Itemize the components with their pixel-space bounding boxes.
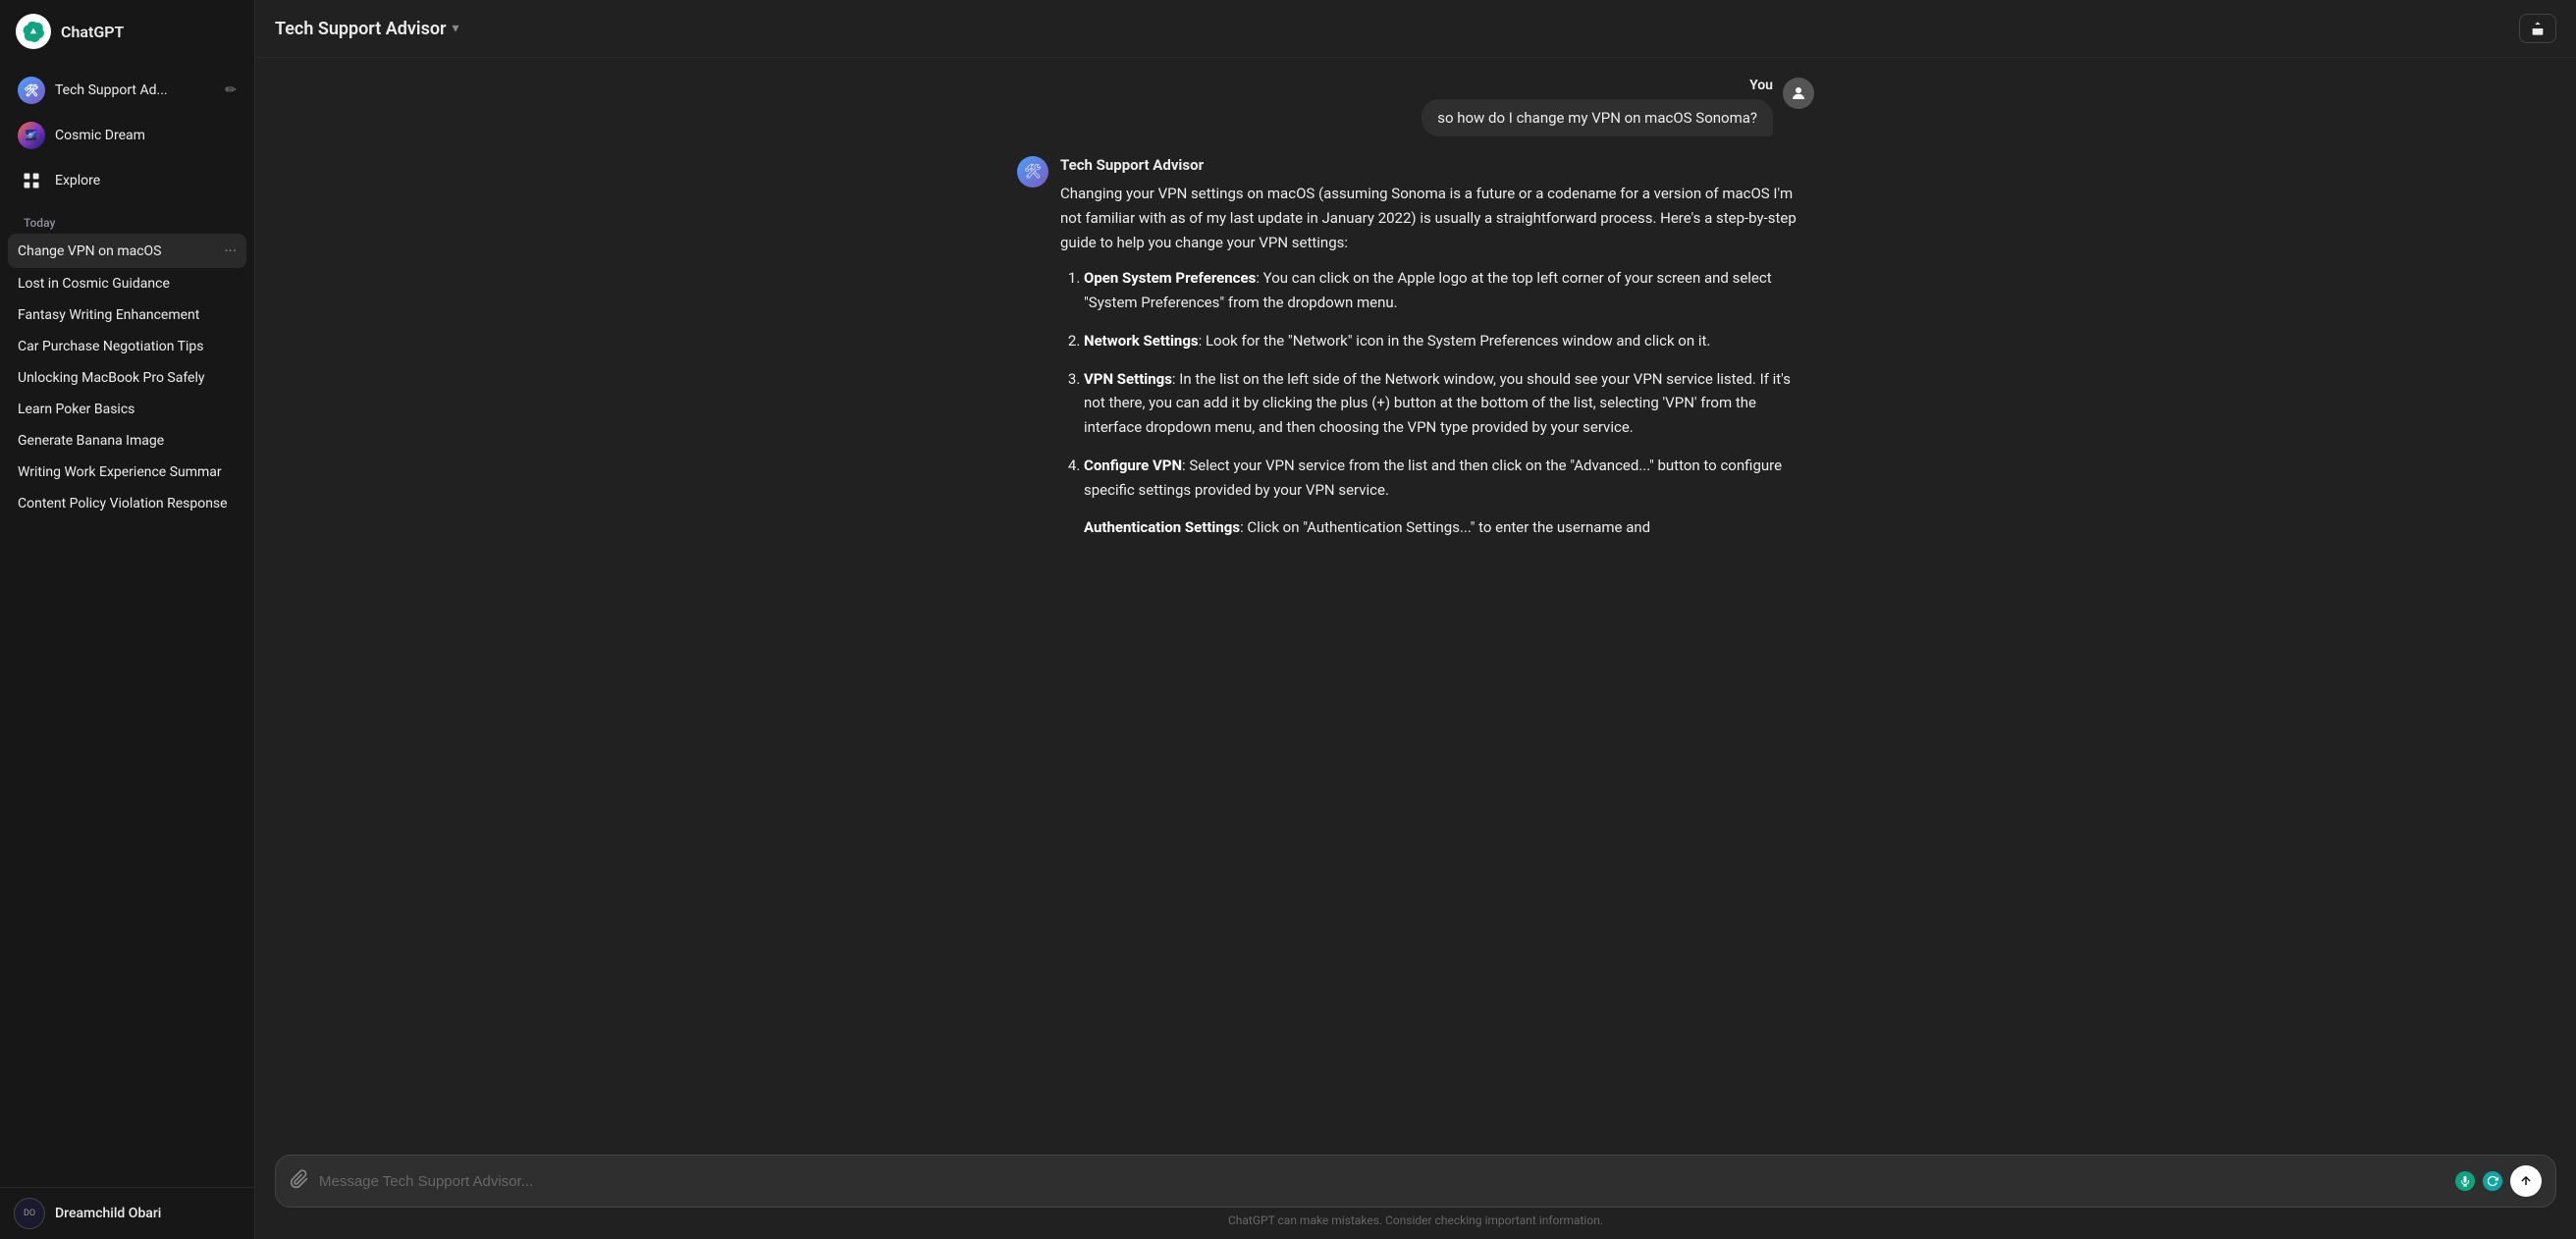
main-content: Tech Support Advisor ▾ You so how do I c…	[255, 0, 2576, 1239]
voice-button[interactable]	[2455, 1171, 2475, 1191]
step-5: Authentication Settings: Click on "Authe…	[1084, 515, 1814, 540]
step-2-content: : Look for the "Network" icon in the Sys…	[1199, 332, 1711, 350]
conversation-item-cosmic[interactable]: Lost in Cosmic Guidance	[8, 268, 246, 299]
user-avatar: DO	[14, 1198, 45, 1229]
explore-item[interactable]: Explore	[8, 159, 246, 202]
chevron-down-icon[interactable]: ▾	[453, 21, 459, 36]
step-2: Network Settings: Look for the "Network"…	[1084, 329, 1814, 353]
tech-support-avatar: 🛠	[18, 77, 45, 104]
step-5-content: : Click on "Authentication Settings..." …	[1240, 518, 1650, 536]
step-4-title: Configure VPN	[1084, 457, 1182, 474]
conversation-item-work[interactable]: Writing Work Experience Summar	[8, 457, 246, 488]
cycle-icon	[2483, 1171, 2502, 1191]
app-title: ChatGPT	[61, 23, 124, 41]
conversation-label: Unlocking MacBook Pro Safely	[18, 370, 237, 386]
sidebar-footer[interactable]: DO Dreamchild Obari	[0, 1187, 254, 1239]
sidebar: ChatGPT 🛠 Tech Support Ad... ✏ 🌌 Cosmic …	[0, 0, 255, 1239]
share-button[interactable]	[2519, 14, 2556, 43]
step-2-title: Network Settings	[1084, 332, 1199, 350]
disclaimer: ChatGPT can make mistakes. Consider chec…	[275, 1208, 2556, 1229]
messages-area: You so how do I change my VPN on macOS S…	[255, 58, 2576, 1155]
conversation-label: Generate Banana Image	[18, 433, 237, 449]
user-name: Dreamchild Obari	[55, 1206, 161, 1221]
conversation-label: Fantasy Writing Enhancement	[18, 307, 237, 323]
conversation-label: Change VPN on macOS	[18, 243, 220, 259]
conversation-label: Writing Work Experience Summar	[18, 464, 237, 480]
assistant-name: Tech Support Advisor	[1060, 156, 1814, 174]
step-3-content: : In the list on the left side of the Ne…	[1084, 370, 1791, 437]
user-message: You so how do I change my VPN on macOS S…	[993, 78, 1838, 136]
sidebar-item-cosmic-dream[interactable]: 🌌 Cosmic Dream	[8, 114, 246, 157]
input-box	[275, 1155, 2556, 1208]
conversation-item-banana[interactable]: Generate Banana Image	[8, 425, 246, 457]
step-3: VPN Settings: In the list on the left si…	[1084, 367, 1814, 440]
sidebar-header[interactable]: ChatGPT	[0, 0, 254, 63]
assistant-avatar: 🛠	[1017, 156, 1048, 188]
mic-icon	[2455, 1171, 2475, 1191]
assistant-content: Tech Support Advisor Changing your VPN s…	[1060, 156, 1814, 554]
input-area-wrapper: ChatGPT can make mistakes. Consider chec…	[255, 1155, 2576, 1239]
assistant-row: 🛠 Tech Support Advisor Changing your VPN…	[1017, 156, 1814, 554]
step-3-title: VPN Settings	[1084, 370, 1172, 388]
explore-label: Explore	[55, 173, 100, 189]
input-right-buttons	[2455, 1165, 2542, 1197]
conversation-menu-icon[interactable]: ···	[224, 242, 237, 260]
user-bubble: so how do I change my VPN on macOS Sonom…	[1422, 99, 1773, 136]
sidebar-conversations: Today Change VPN on macOS ··· Lost in Co…	[0, 208, 254, 1187]
user-icon	[1783, 78, 1814, 109]
step-4-content: : Select your VPN service from the list …	[1084, 457, 1782, 499]
chatgpt-logo	[16, 14, 51, 49]
conversation-label: Learn Poker Basics	[18, 402, 237, 417]
main-header: Tech Support Advisor ▾	[255, 0, 2576, 58]
conversation-label: Car Purchase Negotiation Tips	[18, 339, 237, 354]
cosmic-dream-label: Cosmic Dream	[55, 128, 145, 143]
step-5-title: Authentication Settings	[1084, 518, 1240, 536]
conversation-item-change-vpn[interactable]: Change VPN on macOS ···	[8, 234, 246, 268]
steps-list: Open System Preferences: You can click o…	[1060, 266, 1814, 540]
conversation-item-fantasy[interactable]: Fantasy Writing Enhancement	[8, 299, 246, 331]
attach-button[interactable]	[290, 1169, 309, 1194]
tech-support-label: Tech Support Ad...	[55, 82, 168, 98]
share-icon	[2530, 21, 2546, 36]
send-button[interactable]	[2510, 1165, 2542, 1197]
message-input[interactable]	[319, 1173, 2445, 1190]
step-4: Configure VPN: Select your VPN service f…	[1084, 454, 1814, 503]
conversation-item-policy[interactable]: Content Policy Violation Response	[8, 488, 246, 519]
user-label: You	[1749, 78, 1773, 93]
header-title-group: Tech Support Advisor ▾	[275, 19, 459, 39]
assistant-message: 🛠 Tech Support Advisor Changing your VPN…	[993, 156, 1838, 554]
section-today-label: Today	[8, 208, 246, 234]
conversation-title: Tech Support Advisor	[275, 19, 447, 39]
cosmic-dream-avatar: 🌌	[18, 122, 45, 149]
explore-icon	[18, 167, 45, 194]
edit-icon[interactable]: ✏	[225, 82, 237, 98]
sidebar-nav: 🛠 Tech Support Ad... ✏ 🌌 Cosmic Dream Ex…	[0, 63, 254, 208]
conversation-item-poker[interactable]: Learn Poker Basics	[8, 394, 246, 425]
conversation-item-car[interactable]: Car Purchase Negotiation Tips	[8, 331, 246, 362]
cycle-button[interactable]	[2483, 1171, 2502, 1191]
assistant-text: Changing your VPN settings on macOS (ass…	[1060, 182, 1814, 540]
step-1: Open System Preferences: You can click o…	[1084, 266, 1814, 315]
conversation-label: Lost in Cosmic Guidance	[18, 276, 237, 292]
conversation-label: Content Policy Violation Response	[18, 496, 237, 512]
step-1-title: Open System Preferences	[1084, 269, 1256, 287]
sidebar-item-tech-support[interactable]: 🛠 Tech Support Ad... ✏	[8, 69, 246, 112]
conversation-item-macbook[interactable]: Unlocking MacBook Pro Safely	[8, 362, 246, 394]
assistant-intro: Changing your VPN settings on macOS (ass…	[1060, 185, 1797, 251]
